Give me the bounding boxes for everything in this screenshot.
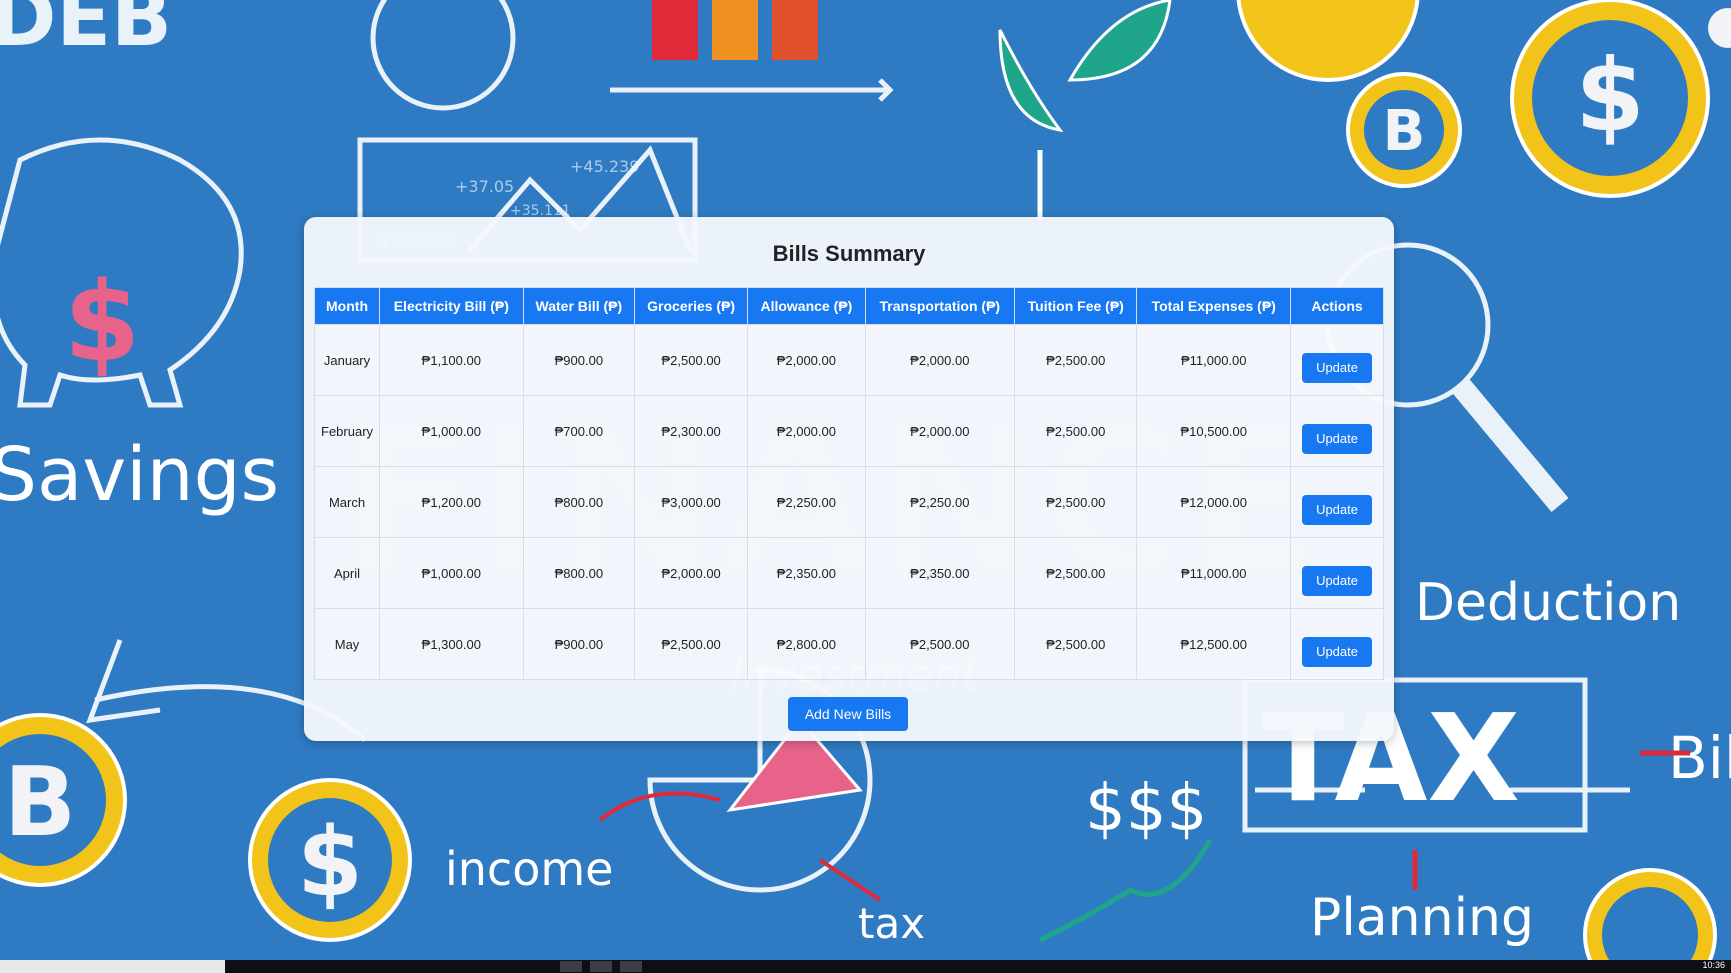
cell-actions: Update bbox=[1290, 395, 1384, 467]
cell-transportation: ₱2,350.00 bbox=[864, 537, 1016, 609]
update-button[interactable]: Update bbox=[1302, 566, 1372, 596]
cell-electricity: ₱1,100.00 bbox=[379, 324, 524, 396]
taskbar-search-area[interactable] bbox=[0, 960, 225, 973]
cell-month: March bbox=[313, 466, 381, 538]
cell-groceries: ₱2,500.00 bbox=[634, 608, 749, 680]
cell-water: ₱900.00 bbox=[522, 608, 636, 680]
bills-table: Month Electricity Bill (₱) Water Bill (₱… bbox=[313, 287, 1384, 680]
table-row: January ₱1,100.00 ₱900.00 ₱2,500.00 ₱2,0… bbox=[313, 324, 1384, 396]
cell-tuition: ₱2,500.00 bbox=[1014, 608, 1138, 680]
cell-allowance: ₱2,000.00 bbox=[747, 395, 866, 467]
cell-groceries: ₱2,500.00 bbox=[634, 324, 749, 396]
add-new-bills-button[interactable]: Add New Bills bbox=[788, 697, 908, 731]
cell-actions: Update bbox=[1290, 608, 1384, 680]
page-title: Bills Summary bbox=[772, 241, 926, 266]
svg-text:+45.239: +45.239 bbox=[570, 157, 639, 176]
taskbar-clock: 10:36 bbox=[1702, 960, 1725, 970]
svg-text:DEB: DEB bbox=[0, 0, 172, 64]
svg-text:B: B bbox=[4, 748, 76, 858]
table-row: March ₱1,200.00 ₱800.00 ₱3,000.00 ₱2,250… bbox=[313, 466, 1384, 538]
svg-text:$$$: $$$ bbox=[1085, 772, 1207, 846]
column-header-allowance: Allowance (₱) bbox=[747, 287, 866, 325]
table-row: April ₱1,000.00 ₱800.00 ₱2,000.00 ₱2,350… bbox=[313, 537, 1384, 609]
column-header-month: Month bbox=[313, 287, 381, 325]
cell-month: May bbox=[313, 608, 381, 680]
cell-water: ₱900.00 bbox=[522, 324, 636, 396]
taskbar-app-icon[interactable] bbox=[590, 961, 612, 972]
cell-tuition: ₱2,500.00 bbox=[1014, 466, 1138, 538]
cell-electricity: ₱1,000.00 bbox=[379, 395, 524, 467]
cell-month: January bbox=[313, 324, 381, 396]
svg-text:Planning: Planning bbox=[1310, 888, 1534, 948]
svg-text:Deduction: Deduction bbox=[1415, 573, 1681, 633]
cell-total: ₱10,500.00 bbox=[1136, 395, 1292, 467]
svg-text:$: $ bbox=[64, 258, 141, 386]
update-button[interactable]: Update bbox=[1302, 495, 1372, 525]
cell-groceries: ₱2,300.00 bbox=[634, 395, 749, 467]
cell-allowance: ₱2,800.00 bbox=[747, 608, 866, 680]
table-row: February ₱1,000.00 ₱700.00 ₱2,300.00 ₱2,… bbox=[313, 395, 1384, 467]
column-header-electricity: Electricity Bill (₱) bbox=[379, 287, 524, 325]
cell-actions: Update bbox=[1290, 537, 1384, 609]
cell-tuition: ₱2,500.00 bbox=[1014, 324, 1138, 396]
bills-summary-card: Bills Summary Month Electricity Bill (₱)… bbox=[304, 217, 1394, 741]
cell-electricity: ₱1,300.00 bbox=[379, 608, 524, 680]
cell-allowance: ₱2,000.00 bbox=[747, 324, 866, 396]
taskbar-app-icon[interactable] bbox=[620, 961, 642, 972]
cell-actions: Update bbox=[1290, 466, 1384, 538]
cell-transportation: ₱2,250.00 bbox=[864, 466, 1016, 538]
os-taskbar: 10:36 bbox=[0, 960, 1731, 973]
column-header-groceries: Groceries (₱) bbox=[634, 287, 749, 325]
svg-text:$: $ bbox=[1575, 37, 1645, 154]
svg-text:$: $ bbox=[297, 808, 363, 918]
cell-electricity: ₱1,200.00 bbox=[379, 466, 524, 538]
cell-total: ₱11,000.00 bbox=[1136, 537, 1292, 609]
svg-text:B: B bbox=[1383, 99, 1426, 164]
update-button[interactable]: Update bbox=[1302, 353, 1372, 383]
svg-text:income: income bbox=[445, 842, 613, 896]
update-button[interactable]: Update bbox=[1302, 424, 1372, 454]
svg-text:Bill: Bill bbox=[1668, 724, 1731, 792]
column-header-water: Water Bill (₱) bbox=[522, 287, 636, 325]
svg-text:+37.05: +37.05 bbox=[455, 177, 514, 196]
svg-text:Savings: Savings bbox=[0, 432, 279, 518]
cell-transportation: ₱2,000.00 bbox=[864, 324, 1016, 396]
column-header-total: Total Expenses (₱) bbox=[1136, 287, 1292, 325]
column-header-actions: Actions bbox=[1290, 287, 1384, 325]
cell-allowance: ₱2,350.00 bbox=[747, 537, 866, 609]
column-header-tuition: Tuition Fee (₱) bbox=[1014, 287, 1138, 325]
cell-groceries: ₱2,000.00 bbox=[634, 537, 749, 609]
cell-total: ₱12,000.00 bbox=[1136, 466, 1292, 538]
cell-water: ₱800.00 bbox=[522, 537, 636, 609]
column-header-transportation: Transportation (₱) bbox=[864, 287, 1016, 325]
cell-month: April bbox=[313, 537, 381, 609]
cell-electricity: ₱1,000.00 bbox=[379, 537, 524, 609]
cell-tuition: ₱2,500.00 bbox=[1014, 395, 1138, 467]
cell-actions: Update bbox=[1290, 324, 1384, 396]
taskbar-app-icon[interactable] bbox=[560, 961, 582, 972]
cell-water: ₱700.00 bbox=[522, 395, 636, 467]
table-row: May ₱1,300.00 ₱900.00 ₱2,500.00 ₱2,800.0… bbox=[313, 608, 1384, 680]
cell-transportation: ₱2,500.00 bbox=[864, 608, 1016, 680]
cell-water: ₱800.00 bbox=[522, 466, 636, 538]
cell-total: ₱11,000.00 bbox=[1136, 324, 1292, 396]
cell-groceries: ₱3,000.00 bbox=[634, 466, 749, 538]
cell-tuition: ₱2,500.00 bbox=[1014, 537, 1138, 609]
cell-month: February bbox=[313, 395, 381, 467]
update-button[interactable]: Update bbox=[1302, 637, 1372, 667]
cell-allowance: ₱2,250.00 bbox=[747, 466, 866, 538]
cell-total: ₱12,500.00 bbox=[1136, 608, 1292, 680]
cell-transportation: ₱2,000.00 bbox=[864, 395, 1016, 467]
svg-text:tax: tax bbox=[858, 899, 925, 948]
table-header-row: Month Electricity Bill (₱) Water Bill (₱… bbox=[313, 287, 1384, 325]
